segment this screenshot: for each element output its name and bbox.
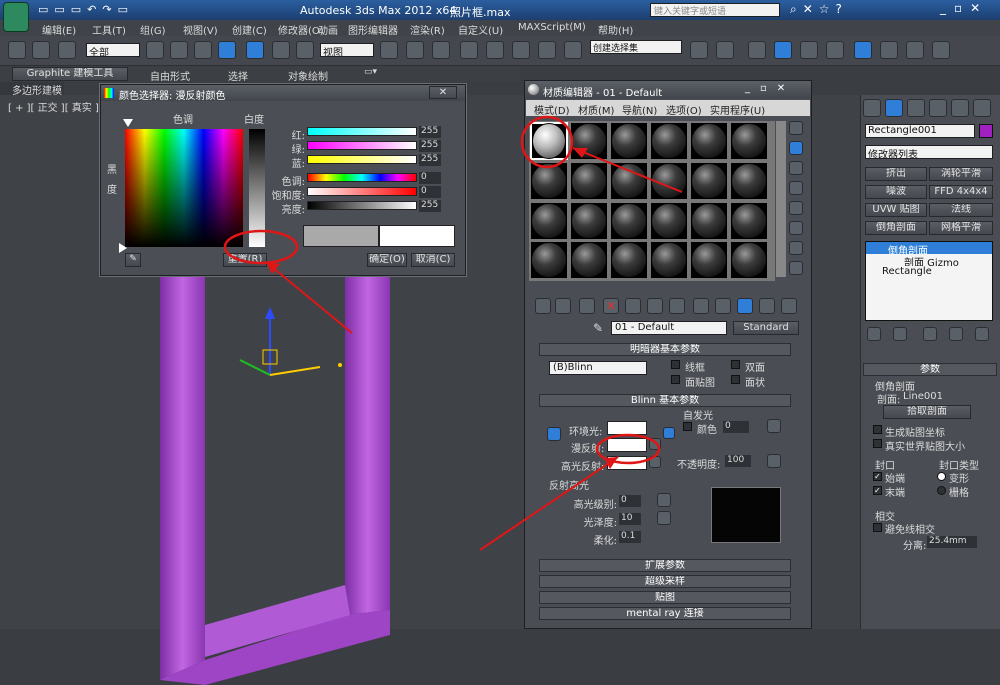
annotation-circle-slot (520, 115, 574, 169)
annotation-arrow-slot (572, 147, 683, 193)
annotation-arrow-diffuse (479, 456, 619, 551)
annotation-circle-reset (223, 229, 299, 265)
annotation-overlay (223, 115, 683, 551)
app-logo-icon[interactable] (3, 2, 29, 32)
annotation-arrow-reset (265, 261, 353, 334)
